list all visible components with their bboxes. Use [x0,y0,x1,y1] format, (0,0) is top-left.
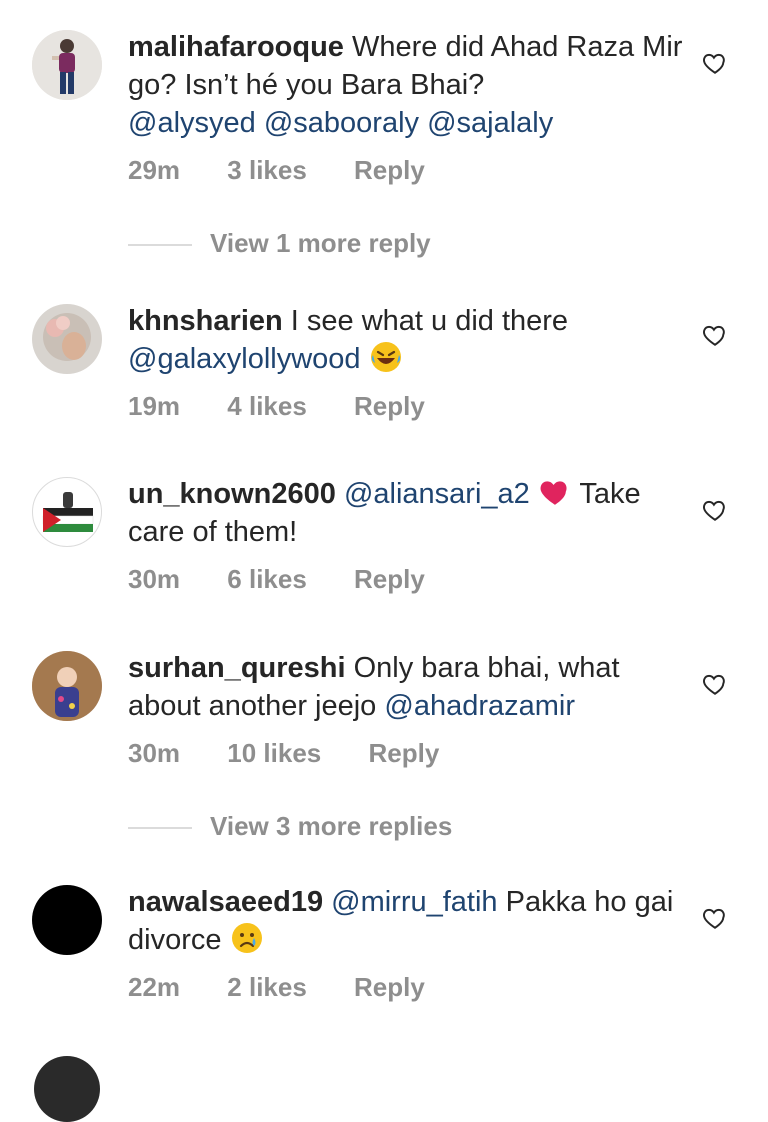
view-replies-label: View 3 more replies [210,811,453,841]
comment-likes[interactable]: 10 likes [227,735,321,771]
view-replies-button[interactable]: View 3 more replies [128,808,452,844]
comment-text: khnsharien I see what u did there @galax… [128,302,688,378]
reply-button[interactable]: Reply [369,735,440,771]
heart-icon[interactable] [702,50,728,76]
comment-meta: 30m 10 likes Reply [128,735,688,771]
view-replies-label: View 1 more reply [210,228,431,258]
mention-link[interactable]: @aliansari_a2 [344,478,530,510]
heart-icon[interactable] [702,322,728,348]
comment-time: 19m [128,391,181,421]
comment-likes[interactable]: 3 likes [227,152,307,188]
comment-username[interactable]: nawalsaeed19 [128,886,323,918]
mention-link[interactable]: @sabooraly [264,107,419,139]
red-heart-emoji-icon [540,481,567,505]
heart-icon[interactable] [702,671,728,697]
comment-body: nawalsaeed19 @mirru_fatih Pakka ho gai d… [128,883,688,1005]
avatar[interactable] [32,304,102,374]
comment-body: malihafarooque Where did Ahad Raza Mir g… [128,28,688,188]
comment-username[interactable]: khnsharien [128,305,283,337]
comment-message: I see what u did there [290,305,569,337]
mention-link[interactable]: @alysyed [128,107,256,139]
avatar-image [32,30,102,100]
avatar-image [32,304,102,374]
comment-username[interactable]: un_known2600 [128,478,336,510]
mention-link[interactable]: @sajalaly [427,107,553,139]
reply-button[interactable]: Reply [354,388,425,424]
view-replies-button[interactable]: View 1 more reply [128,225,431,261]
comment-body: surhan_qureshi Only bara bhai, what abou… [128,649,688,771]
mention-link[interactable]: @mirru_fatih [331,886,497,918]
comment-meta: 19m 4 likes Reply [128,388,688,424]
comment-text: surhan_qureshi Only bara bhai, what abou… [128,649,688,725]
comment-meta: 29m 3 likes Reply [128,152,688,188]
crying-face-emoji-icon [231,923,262,953]
comment-username[interactable]: surhan_qureshi [128,652,346,684]
comment-meta: 30m 6 likes Reply [128,561,688,597]
avatar[interactable] [32,477,102,547]
comment-body: un_known2600 @aliansari_a2 Take care of … [128,475,688,597]
comment-meta: 22m 2 likes Reply [128,969,688,1005]
comment-time: 22m [128,972,181,1002]
mention-link[interactable]: @galaxylollywood [128,343,361,375]
heart-icon[interactable] [702,905,728,931]
avatar[interactable] [32,885,102,955]
reply-button[interactable]: Reply [354,561,425,597]
flag-fist-icon [42,492,94,532]
reply-button[interactable]: Reply [354,152,425,188]
comment-text: nawalsaeed19 @mirru_fatih Pakka ho gai d… [128,883,688,959]
laughing-tears-emoji-icon [370,342,401,372]
comment-likes[interactable]: 6 likes [227,561,307,597]
comment-text: un_known2600 @aliansari_a2 Take care of … [128,475,688,551]
comment-time: 29m [128,155,181,185]
avatar[interactable] [32,30,102,100]
reply-button[interactable]: Reply [354,969,425,1005]
comment-text: malihafarooque Where did Ahad Raza Mir g… [128,28,688,142]
avatar[interactable] [32,651,102,721]
divider [128,827,192,830]
comment-likes[interactable]: 2 likes [227,969,307,1005]
comment-time: 30m [128,564,181,594]
comment-body: khnsharien I see what u did there @galax… [128,302,688,424]
comment-likes[interactable]: 4 likes [227,388,307,424]
comment-time: 30m [128,738,181,768]
avatar-image [32,651,102,721]
comment-username[interactable]: malihafarooque [128,31,344,63]
divider [128,244,192,247]
mention-link[interactable]: @ahadrazamir [384,690,575,722]
heart-icon[interactable] [702,497,728,523]
